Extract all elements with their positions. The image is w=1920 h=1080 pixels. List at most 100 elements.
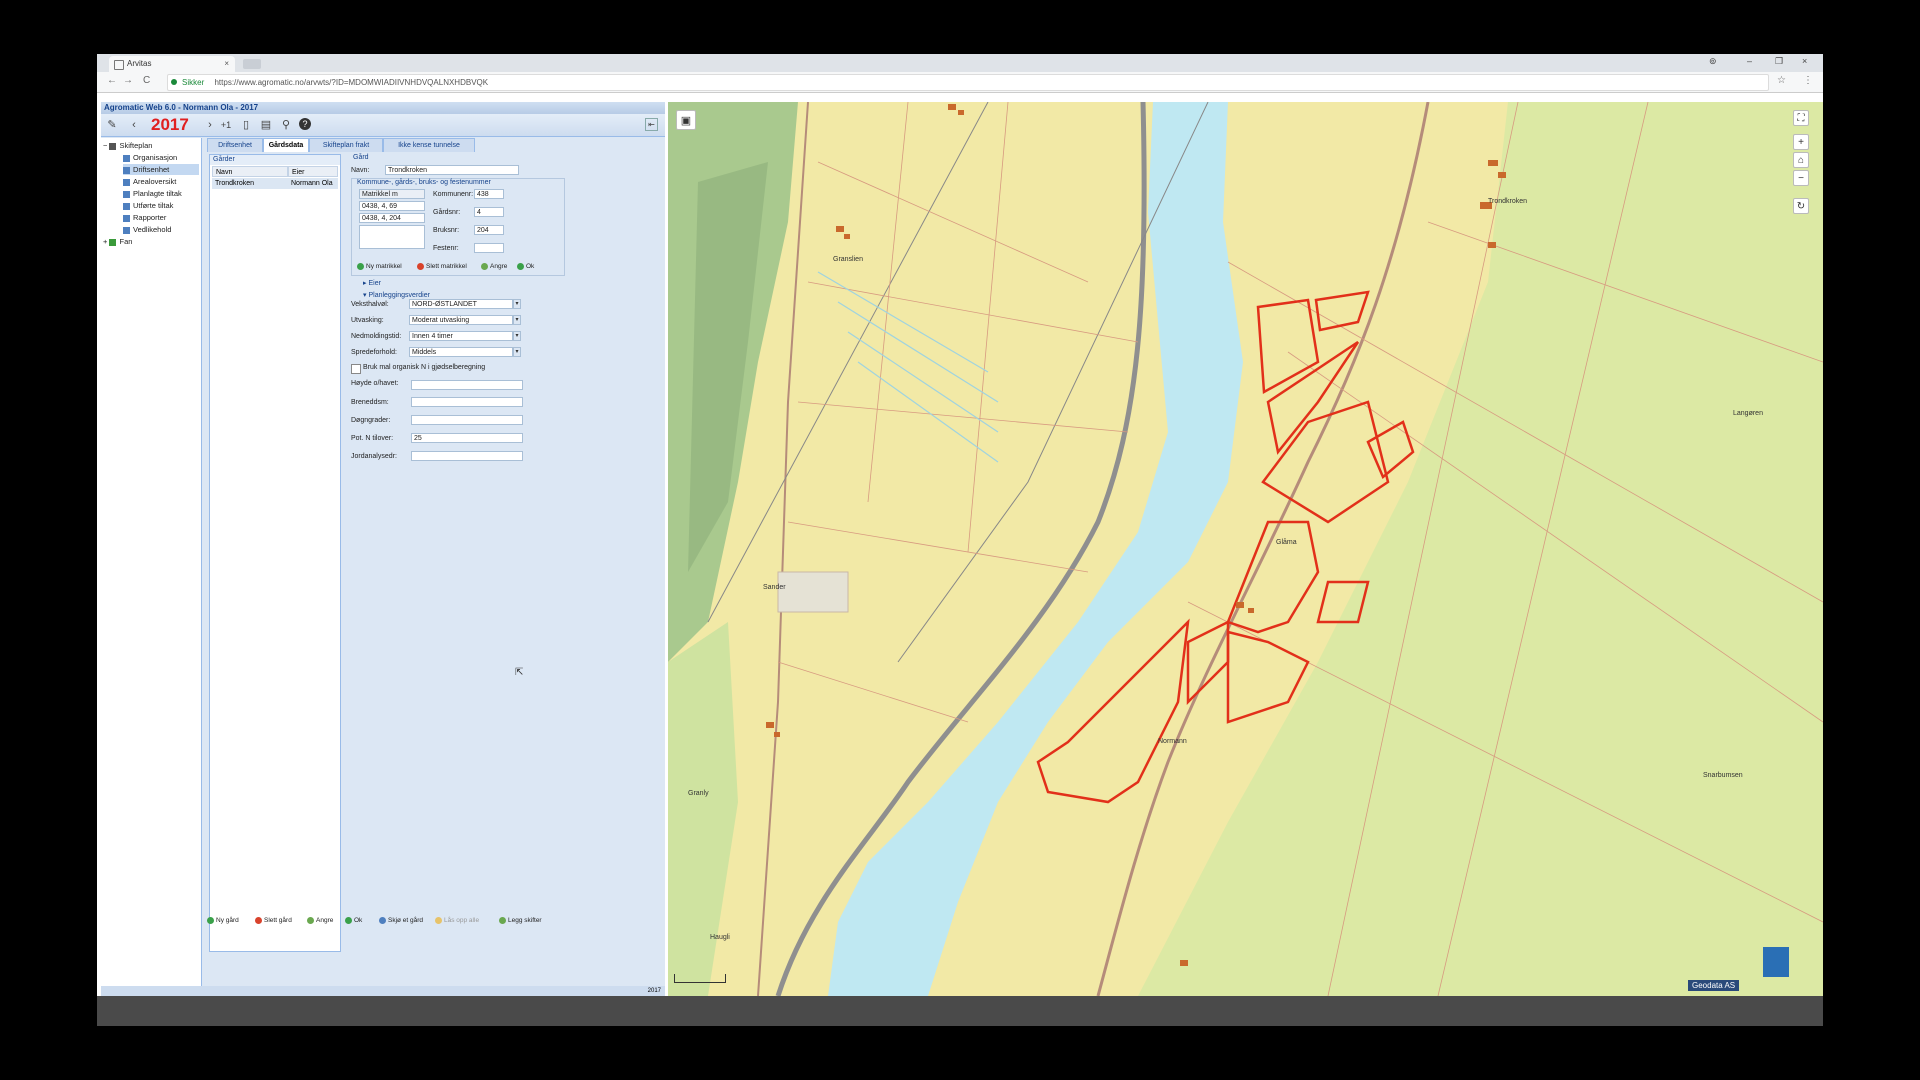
chevron-down-icon[interactable]: ▾ — [513, 347, 521, 357]
org-icon[interactable]: ⚲ — [279, 118, 293, 132]
zoom-in-icon[interactable]: + — [1793, 134, 1809, 150]
tree-item-arealoversikt[interactable]: Arealoversikt — [123, 176, 176, 187]
festenr-field[interactable] — [474, 243, 504, 253]
jordanalyse-label: Jordanalysedr: — [351, 453, 397, 460]
tab-skifteplan[interactable]: Skifteplan frakt — [309, 138, 383, 152]
gardsnr-field[interactable]: 4 — [474, 207, 504, 217]
browser-tab-bar: Arvitas × ⊚ – ❐ × — [97, 54, 1823, 72]
breneddsm-label: Breneddsm: — [351, 399, 389, 406]
tree-item-planlagte-tiltak[interactable]: Planlagte tiltak — [123, 188, 182, 199]
reload-icon[interactable]: C — [143, 75, 150, 86]
map-layers-button[interactable]: ▣ — [676, 110, 696, 130]
fullscreen-icon[interactable]: ⛶ — [1793, 110, 1809, 126]
taskbar-strip — [97, 996, 1823, 1026]
table-row[interactable]: Trondkroken — [212, 178, 288, 189]
unlock-all-button[interactable]: Lås opp alle — [435, 916, 479, 926]
chevron-down-icon[interactable]: ▾ — [513, 315, 521, 325]
status-bar: 2017 — [101, 986, 665, 996]
prev-year-icon[interactable]: ‹ — [127, 118, 141, 132]
industrial-area — [777, 571, 849, 613]
browser-tab[interactable]: Arvitas × — [109, 56, 235, 72]
breneddsm-field[interactable] — [411, 397, 523, 407]
organisk-n-checkbox[interactable] — [351, 364, 361, 374]
chevron-down-icon[interactable]: ▾ — [513, 331, 521, 341]
tree-item-rapporter[interactable]: Rapporter — [123, 212, 166, 223]
utvasking-select[interactable]: Moderat utvasking — [409, 315, 513, 325]
new-farm-button[interactable]: Ny gård — [207, 916, 239, 926]
pencil-icon[interactable]: ✎ — [105, 118, 119, 132]
bookmark-star-icon[interactable]: ☆ — [1777, 75, 1786, 86]
tree-item-vedlikehold[interactable]: Vedlikehold — [123, 224, 171, 235]
grid-col-eier[interactable]: Eier — [288, 166, 338, 177]
tree-item-organisasjon[interactable]: Organisasjon — [123, 152, 177, 163]
kommune-field[interactable]: 438 — [474, 189, 504, 199]
tree-item-utforte-tiltak[interactable]: Utførte tiltak — [123, 200, 173, 211]
grid-col-navn[interactable]: Navn — [212, 166, 288, 177]
veksthalvol-select[interactable]: NORD-ØSTLANDET — [409, 299, 513, 309]
delete-icon — [255, 916, 262, 924]
ok-matrikkel-button[interactable]: Ok — [517, 262, 534, 272]
tree-expander-icon[interactable]: − — [103, 141, 107, 150]
close-window-icon[interactable]: × — [1802, 56, 1807, 66]
map-canvas[interactable] — [668, 102, 1823, 996]
jordanalyse-field[interactable] — [411, 451, 523, 461]
new-matrikkel-button[interactable]: Ny matrikkel — [357, 262, 402, 272]
delete-matrikkel-button[interactable]: Slett matrikkel — [417, 262, 467, 272]
year-offset-button[interactable]: +1 — [219, 118, 233, 132]
refresh-icon[interactable]: ↻ — [1793, 198, 1809, 214]
back-icon[interactable]: ← — [107, 75, 117, 86]
node-icon — [123, 226, 130, 234]
skjo-farm-button[interactable]: Skjø et gård — [379, 916, 423, 926]
tree-item-driftsenhet[interactable]: Driftsenhet — [123, 164, 199, 175]
url-input[interactable]: Sikker https://www.agromatic.no/arvwts/?… — [167, 74, 1769, 91]
delete-farm-button[interactable]: Slett gård — [255, 916, 292, 926]
tab-gardsdata[interactable]: Gårdsdata — [263, 138, 309, 152]
profile-icon[interactable]: ⊚ — [1709, 56, 1717, 67]
tab-ikke-kense[interactable]: Ikke kense tunnelse — [383, 138, 475, 152]
phone-icon[interactable]: ▯ — [239, 118, 253, 132]
eier-section[interactable]: ▸ Eier — [363, 279, 381, 287]
spredeforhold-select[interactable]: Middels — [409, 347, 513, 357]
hoyde-field[interactable] — [411, 380, 523, 390]
tab-close-icon[interactable]: × — [224, 56, 229, 72]
map-label-snarbumsen: Snarbumsen — [1703, 772, 1743, 779]
planlegging-section[interactable]: ▾ Planleggingsverdier — [363, 291, 430, 299]
zoom-out-icon[interactable]: − — [1793, 170, 1809, 186]
map-label-farm: Trondkroken — [1488, 198, 1528, 205]
nedmoldingstid-select[interactable]: Innen 4 timer — [409, 331, 513, 341]
year-label: 2017 — [151, 115, 189, 134]
bruksnr-field[interactable]: 204 — [474, 225, 504, 235]
home-icon[interactable]: ⌂ — [1793, 152, 1809, 168]
forward-icon[interactable]: → — [123, 75, 133, 86]
matrikkel-row[interactable]: 0438, 4, 69 — [359, 201, 425, 211]
browser-menu-icon[interactable]: ⋮ — [1803, 75, 1813, 86]
next-year-icon[interactable]: › — [203, 118, 217, 132]
matrikkel-row[interactable]: 0438, 4, 204 — [359, 213, 425, 223]
map-view[interactable]: Glåma Trondkroken Granslien Langøren Nor… — [668, 102, 1823, 996]
name-field[interactable]: Trondkroken — [385, 165, 519, 175]
undo-button[interactable]: Angre — [307, 916, 333, 926]
tree-item-skifteplan[interactable]: − Skifteplan — [103, 140, 152, 151]
bruksnr-label: Bruksnr: — [433, 227, 460, 234]
ok-button[interactable]: Ok — [345, 916, 362, 926]
tree-expander-icon[interactable]: + — [103, 237, 107, 246]
new-tab-button[interactable] — [243, 59, 261, 69]
matrikkel-list-empty[interactable] — [359, 225, 425, 249]
maximize-icon[interactable]: ❐ — [1775, 56, 1783, 67]
kommune-label: Kommunenr: — [433, 191, 474, 198]
add-icon — [207, 916, 214, 924]
mouse-cursor-icon: ⇱ — [515, 667, 524, 678]
minimize-icon[interactable]: – — [1747, 56, 1752, 66]
chevron-down-icon[interactable]: ▾ — [513, 299, 521, 309]
message-icon[interactable]: ▤ — [259, 118, 273, 132]
undo-matrikkel-button[interactable]: Angre — [481, 262, 507, 272]
help-icon[interactable]: ? — [299, 118, 311, 130]
collapse-panel-icon[interactable]: ⇤ — [645, 118, 658, 131]
app-toolbar: ✎ ‹ 2017 › +1 ▯ ▤ ⚲ ? ⇤ — [101, 114, 665, 137]
pot-n-field[interactable]: 25 — [411, 433, 523, 443]
tab-driftsenhet[interactable]: Driftsenhet — [207, 138, 263, 152]
tree-item-fan[interactable]: + Fan — [103, 236, 132, 247]
add-fields-button[interactable]: Legg skifter — [499, 916, 542, 926]
dogngrader-field[interactable] — [411, 415, 523, 425]
table-cell[interactable]: Normann Ola — [288, 178, 338, 189]
